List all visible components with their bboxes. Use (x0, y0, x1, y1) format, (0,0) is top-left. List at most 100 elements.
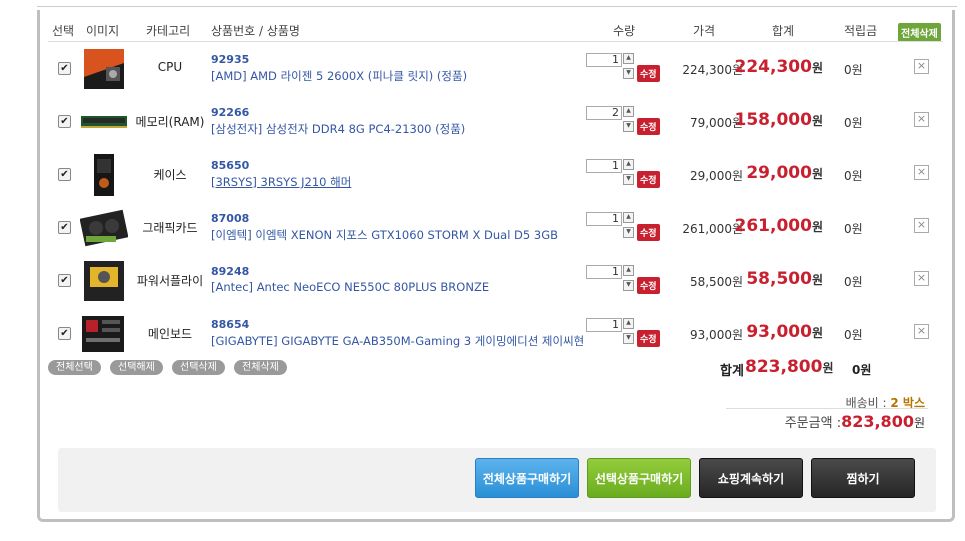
remove-item-icon[interactable]: × (914, 218, 929, 233)
item-points: 0원 (844, 328, 863, 342)
update-qty-button[interactable]: 수정 (637, 118, 660, 135)
update-qty-button[interactable]: 수정 (637, 224, 660, 241)
product-category: 그래픽카드 (142, 221, 198, 235)
product-name[interactable]: [삼성전자] 삼성전자 DDR4 8G PC4-21300 (정품) (211, 121, 465, 137)
line-total-value: 29,000 (746, 163, 812, 183)
update-qty-button[interactable]: 수정 (637, 65, 660, 82)
qty-up-icon[interactable]: ▲ (623, 318, 634, 329)
item-checkbox[interactable]: ✔ (58, 274, 71, 287)
product-thumbnail[interactable] (80, 259, 128, 303)
item-checkbox[interactable]: ✔ (58, 115, 71, 128)
update-qty-button[interactable]: 수정 (637, 171, 660, 188)
product-name[interactable]: [GIGABYTE] GIGABYTE GA-AB350M-Gaming 3 게… (211, 333, 584, 349)
product-code[interactable]: 85650 (211, 159, 249, 172)
delete-all-button[interactable]: 전체삭제 (898, 23, 941, 42)
header-select: 선택 (52, 24, 75, 38)
table-header: 선택 이미지 카테고리 상품번호 / 상품명 수량 가격 합계 적립금 (48, 22, 943, 42)
line-total-won: 원 (811, 61, 823, 75)
continue-shopping-button[interactable]: 쇼핑계속하기 (699, 458, 803, 498)
product-code[interactable]: 88654 (211, 318, 249, 331)
update-qty-button[interactable]: 수정 (637, 277, 660, 294)
line-total: 93,000원 (746, 322, 823, 342)
quantity-input[interactable]: 1 (586, 265, 622, 279)
line-total-value: 58,500 (746, 269, 812, 289)
product-thumbnail[interactable] (80, 312, 128, 356)
qty-up-icon[interactable]: ▲ (623, 265, 634, 276)
line-total-won: 원 (811, 273, 823, 287)
total-points: 0원 (852, 363, 872, 377)
product-thumbnail[interactable] (79, 206, 129, 250)
product-thumbnail[interactable] (80, 153, 128, 197)
product-category: 파워서플라이 (136, 274, 204, 288)
remove-item-icon[interactable]: × (914, 59, 929, 74)
item-checkbox[interactable]: ✔ (58, 221, 71, 234)
qty-down-icon[interactable]: ▼ (623, 174, 634, 185)
table-row: ✔ 파워서플라이 89248 [Antec] Antec NeoECO NE550C … (48, 256, 943, 309)
header-divider (48, 41, 943, 42)
delete-all-pill-button[interactable]: 전체삭제 (234, 360, 287, 375)
line-total-value: 224,300 (734, 57, 812, 77)
line-total: 29,000원 (746, 163, 823, 183)
quantity-input[interactable]: 1 (586, 53, 622, 67)
item-checkbox[interactable]: ✔ (58, 327, 71, 340)
quantity-input[interactable]: 1 (586, 318, 622, 332)
line-total-won: 원 (811, 326, 823, 340)
order-amount: 주문금액 :823,800원 (785, 412, 925, 431)
product-name[interactable]: [AMD] AMD 라이젠 5 2600X (피나클 릿지) (정품) (211, 68, 467, 84)
item-points: 0원 (844, 63, 863, 77)
line-total-won: 원 (811, 167, 823, 181)
buy-selected-button[interactable]: 선택상품구매하기 (587, 458, 691, 498)
qty-down-icon[interactable]: ▼ (623, 121, 634, 132)
total-amount: 823,800 (745, 357, 823, 377)
product-code[interactable]: 92266 (211, 106, 249, 119)
summary-divider (726, 408, 928, 409)
item-checkbox[interactable]: ✔ (58, 62, 71, 75)
quantity-input[interactable]: 1 (586, 212, 622, 226)
qty-down-icon[interactable]: ▼ (623, 280, 634, 291)
total-won: 원 (822, 361, 834, 375)
qty-up-icon[interactable]: ▲ (623, 53, 634, 64)
product-code[interactable]: 87008 (211, 212, 249, 225)
header-category: 카테고리 (146, 24, 191, 38)
table-row: ✔ 메모리(RAM) 92266 [삼성전자] 삼성전자 DDR4 8G PC4-21… (48, 97, 943, 150)
item-points: 0원 (844, 116, 863, 130)
product-name[interactable]: [3RSYS] 3RSYS J210 해머 (211, 174, 351, 190)
qty-up-icon[interactable]: ▲ (623, 106, 634, 117)
quantity-input[interactable]: 1 (586, 159, 622, 173)
wishlist-button[interactable]: 찜하기 (811, 458, 915, 498)
header-total: 합계 (772, 24, 795, 38)
buy-all-button[interactable]: 전체상품구매하기 (475, 458, 579, 498)
order-label: 주문금액 : (784, 416, 842, 431)
table-row: ✔ 메인보드 88654 [GIGABYTE] GIGABYTE GA-AB350M-… (48, 309, 943, 362)
remove-item-icon[interactable]: × (914, 165, 929, 180)
qty-down-icon[interactable]: ▼ (623, 227, 634, 238)
qty-down-icon[interactable]: ▼ (623, 333, 634, 344)
qty-up-icon[interactable]: ▲ (623, 159, 634, 170)
qty-up-icon[interactable]: ▲ (623, 212, 634, 223)
total-label: 합계 (720, 364, 744, 379)
header-product: 상품번호 / 상품명 (211, 24, 300, 38)
product-thumbnail[interactable] (80, 100, 128, 144)
line-total: 158,000원 (735, 110, 823, 130)
remove-item-icon[interactable]: × (914, 271, 929, 286)
order-won: 원 (913, 416, 925, 430)
select-all-button[interactable]: 전체선택 (48, 360, 101, 375)
update-qty-button[interactable]: 수정 (637, 330, 660, 347)
product-category: 메모리(RAM) (135, 115, 205, 129)
quantity-input[interactable]: 2 (586, 106, 622, 120)
product-name[interactable]: [Antec] Antec NeoECO NE550C 80PLUS BRONZ… (211, 280, 489, 294)
remove-item-icon[interactable]: × (914, 324, 929, 339)
qty-down-icon[interactable]: ▼ (623, 68, 634, 79)
unit-price: 29,000원 (689, 169, 743, 183)
product-thumbnail[interactable] (80, 47, 128, 91)
product-code[interactable]: 89248 (211, 265, 249, 278)
deselect-button[interactable]: 선택해제 (110, 360, 163, 375)
table-row: ✔ CPU 92935 [AMD] AMD 라이젠 5 2600X (피나클 릿지) … (48, 44, 943, 97)
product-code[interactable]: 92935 (211, 53, 249, 66)
header-price: 가격 (693, 24, 716, 38)
unit-price: 93,000원 (689, 328, 743, 342)
remove-item-icon[interactable]: × (914, 112, 929, 127)
delete-selected-button[interactable]: 선택삭제 (172, 360, 225, 375)
item-checkbox[interactable]: ✔ (58, 168, 71, 181)
product-name[interactable]: [이엠텍] 이엠텍 XENON 지포스 GTX1060 STORM X Dual… (211, 227, 558, 243)
